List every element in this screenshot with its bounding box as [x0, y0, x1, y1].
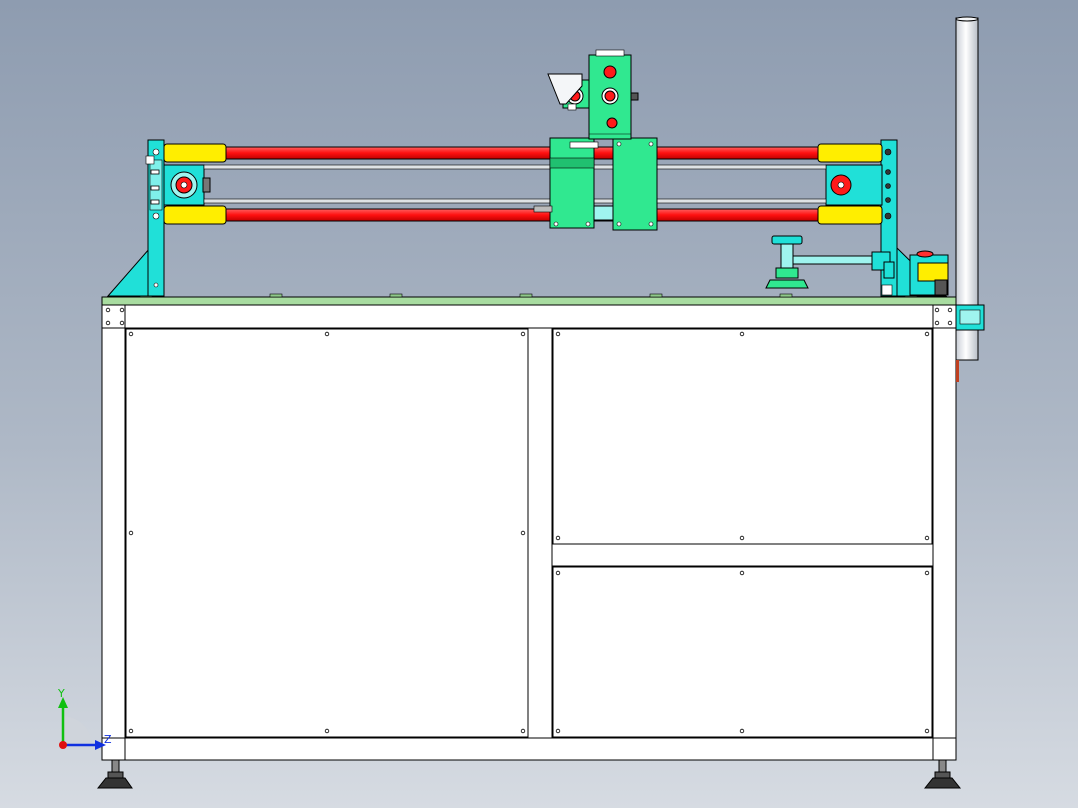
z-axis-label: Z [104, 733, 112, 746]
left-frame-bracket [106, 139, 165, 297]
tool-head [547, 49, 639, 140]
leveling-foot-left [96, 759, 133, 789]
x-axis-dot [59, 741, 67, 749]
clamp-arm [765, 235, 895, 289]
vertical-column [955, 16, 985, 382]
assembly-drawing [58, 16, 985, 789]
leveling-foot-right [923, 759, 962, 789]
y-axis-label: Y [58, 687, 65, 700]
lower-guide-rod [163, 205, 883, 225]
table-top-plate [101, 293, 957, 306]
cabinet [101, 303, 957, 761]
lead-screw [203, 164, 827, 204]
cad-viewport[interactable]: Y Z [0, 0, 1078, 808]
left-motor-housing [163, 164, 211, 206]
coordinate-triad [58, 697, 106, 750]
upper-guide-rod [163, 143, 883, 163]
